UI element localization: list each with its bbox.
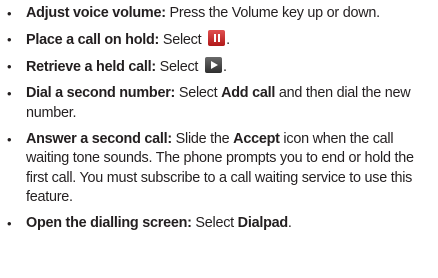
item-text: Select — [159, 32, 206, 48]
accept-label: Accept — [233, 130, 280, 147]
add-call-label: Add call — [221, 85, 276, 101]
bullet: • — [7, 131, 12, 147]
list-item-answer-second: • Answer a second call: Slide the Accept … — [0, 130, 438, 208]
list-item-retrieve-call: • Retrieve a held call: Select . — [0, 57, 438, 78]
item-text: Press the Volume key up or down. — [165, 5, 380, 21]
item-lead: Dial a second number: — [26, 85, 176, 101]
bullet: • — [7, 59, 12, 74]
list-item-adjust-volume: • Adjust voice volume: Press the Volume k… — [0, 4, 438, 24]
item-text: . — [222, 59, 227, 75]
item-lead: Adjust voice volume: — [26, 5, 166, 21]
item-lead: Open the dialling screen: — [26, 215, 192, 231]
item-text: Select — [155, 59, 202, 75]
bullet: • — [7, 216, 12, 231]
item-text: . — [226, 32, 230, 48]
list-item-dial-second: • Dial a second number: Select Add call a… — [0, 84, 438, 123]
item-text: Select — [175, 85, 222, 101]
item-lead: Answer a second call: — [26, 130, 172, 147]
list-item-hold-call: • Place a call on hold: Select . — [0, 30, 438, 51]
instruction-list: • Adjust voice volume: Press the Volume k… — [0, 4, 438, 240]
bullet: • — [7, 86, 12, 101]
hold-icon — [208, 30, 226, 46]
bullet: • — [7, 6, 12, 21]
item-text: Slide the — [171, 130, 234, 147]
item-lead: Place a call on hold: — [26, 32, 160, 48]
list-item-open-dialpad: • Open the dialling screen: Select Dialpa… — [0, 214, 438, 234]
item-text: . — [287, 215, 292, 231]
play-icon — [204, 57, 222, 73]
bullet: • — [7, 32, 12, 47]
item-text: Select — [191, 215, 238, 231]
manual-page: { "bullet_glyph": "•", "items": [ { "lea… — [0, 0, 438, 278]
item-lead: Retrieve a held call: — [26, 59, 156, 75]
dialpad-label: Dialpad — [237, 215, 288, 231]
